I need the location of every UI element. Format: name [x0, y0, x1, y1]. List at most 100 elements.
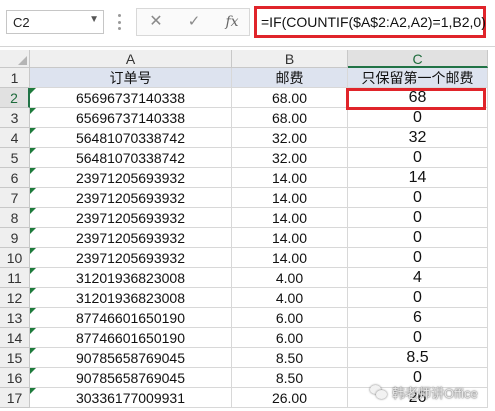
cell-b[interactable]: 14.00 — [232, 208, 348, 228]
cell-c[interactable]: 0 — [348, 228, 488, 248]
cell-c[interactable]: 0 — [348, 328, 488, 348]
name-box[interactable]: C2 ▼ — [6, 10, 104, 34]
row-header[interactable]: 9 — [0, 228, 30, 248]
header-cell-a[interactable]: 订单号 — [30, 68, 232, 88]
row-header[interactable]: 6 — [0, 168, 30, 188]
cell-value: 4.00 — [275, 290, 304, 306]
cell-b[interactable]: 14.00 — [232, 188, 348, 208]
cell-value: 87746601650190 — [75, 310, 185, 326]
cell-a[interactable]: 31201936823008 — [30, 288, 232, 308]
column-header-c[interactable]: C — [348, 50, 488, 68]
row-header[interactable]: 17 — [0, 388, 30, 408]
cell-c[interactable]: 14 — [348, 168, 488, 188]
wechat-icon — [370, 384, 388, 400]
cell-c[interactable]: 8.5 — [348, 348, 488, 368]
cell-value: 14.00 — [271, 190, 308, 206]
cell-a[interactable]: 23971205693932 — [30, 228, 232, 248]
row-header[interactable]: 15 — [0, 348, 30, 368]
cell-b[interactable]: 26.00 — [232, 388, 348, 408]
cell-b[interactable]: 14.00 — [232, 168, 348, 188]
cell-b[interactable]: 4.00 — [232, 288, 348, 308]
insert-function-icon[interactable]: fx — [219, 12, 245, 32]
cell-value: 30336177009931 — [75, 390, 185, 406]
number-as-text-indicator-icon — [30, 328, 36, 334]
cell-c[interactable]: 0 — [348, 288, 488, 308]
cell-a[interactable]: 23971205693932 — [30, 168, 232, 188]
cell-value: 14.00 — [271, 170, 308, 186]
row-header[interactable]: 7 — [0, 188, 30, 208]
cell-a[interactable]: 31201936823008 — [30, 268, 232, 288]
cell-a[interactable]: 65696737140338 — [30, 108, 232, 128]
cell-a[interactable]: 90785658769045 — [30, 368, 232, 388]
row-header[interactable]: 10 — [0, 248, 30, 268]
cell-c[interactable]: 4 — [348, 268, 488, 288]
row-header[interactable]: 13 — [0, 308, 30, 328]
column-header-a[interactable]: A — [30, 50, 232, 68]
cell-c[interactable]: 6 — [348, 308, 488, 328]
cell-a[interactable]: 23971205693932 — [30, 208, 232, 228]
cell-value: 14.00 — [271, 210, 308, 226]
cell-a[interactable]: 30336177009931 — [30, 388, 232, 408]
cancel-icon[interactable]: ✕ — [143, 12, 169, 32]
cell-value: 8.5 — [406, 349, 429, 366]
cell-b[interactable]: 8.50 — [232, 368, 348, 388]
cell-b[interactable]: 4.00 — [232, 268, 348, 288]
cell-c[interactable]: 0 — [348, 148, 488, 168]
cell-b[interactable]: 68.00 — [232, 88, 348, 108]
row-header[interactable]: 4 — [0, 128, 30, 148]
cell-a[interactable]: 87746601650190 — [30, 328, 232, 348]
formula-text: =IF(COUNTIF($A$2:A2,A2)=1,B2,0) — [261, 14, 486, 30]
cell-value: 8.50 — [275, 370, 304, 386]
row-header[interactable]: 8 — [0, 208, 30, 228]
cell-c[interactable]: 0 — [348, 208, 488, 228]
cell-value: 14.00 — [271, 230, 308, 246]
cell-value: 26.00 — [271, 390, 308, 406]
cell-a[interactable]: 65696737140338 — [30, 88, 232, 108]
cell-c[interactable]: 0 — [348, 188, 488, 208]
cell-a[interactable]: 90785658769045 — [30, 348, 232, 368]
cell-b[interactable]: 32.00 — [232, 148, 348, 168]
cell-c[interactable]: 32 — [348, 128, 488, 148]
row-header[interactable]: 12 — [0, 288, 30, 308]
row-header[interactable]: 1 — [0, 68, 30, 88]
cell-a[interactable]: 23971205693932 — [30, 188, 232, 208]
cell-b[interactable]: 32.00 — [232, 128, 348, 148]
row-header[interactable]: 5 — [0, 148, 30, 168]
row-header[interactable]: 2 — [0, 88, 30, 108]
cell-value: 6 — [413, 309, 422, 326]
cell-value: 8.50 — [275, 350, 304, 366]
row-header[interactable]: 16 — [0, 368, 30, 388]
cell-value: 0 — [413, 289, 422, 306]
row-header[interactable]: 14 — [0, 328, 30, 348]
header-cell-c[interactable]: 只保留第一个邮费 — [348, 68, 488, 88]
row-header[interactable]: 11 — [0, 268, 30, 288]
cell-c[interactable]: 0 — [348, 248, 488, 268]
cell-value: 32 — [408, 129, 427, 146]
cell-b[interactable]: 8.50 — [232, 348, 348, 368]
cell-c[interactable]: 0 — [348, 108, 488, 128]
cell-b[interactable]: 6.00 — [232, 308, 348, 328]
cell-b[interactable]: 6.00 — [232, 328, 348, 348]
number-as-text-indicator-icon — [30, 128, 36, 134]
cell-a[interactable]: 23971205693932 — [30, 248, 232, 268]
header-cell-b[interactable]: 邮费 — [232, 68, 348, 88]
cell-value: 90785658769045 — [75, 370, 185, 386]
number-as-text-indicator-icon — [30, 288, 36, 294]
row-header[interactable]: 3 — [0, 108, 30, 128]
cell-a[interactable]: 87746601650190 — [30, 308, 232, 328]
cell-c[interactable]: 68 — [348, 88, 488, 108]
cell-a[interactable]: 56481070338742 — [30, 148, 232, 168]
enter-icon[interactable]: ✓ — [181, 12, 207, 32]
select-all-button[interactable] — [0, 50, 30, 68]
cell-value: 0 — [413, 189, 422, 206]
column-header-b[interactable]: B — [232, 50, 348, 68]
cell-value: 68.00 — [271, 110, 308, 126]
cell-b[interactable]: 14.00 — [232, 248, 348, 268]
cell-a[interactable]: 56481070338742 — [30, 128, 232, 148]
cell-b[interactable]: 68.00 — [232, 108, 348, 128]
cell-b[interactable]: 14.00 — [232, 228, 348, 248]
drag-handle-icon[interactable] — [118, 14, 122, 30]
chevron-down-icon[interactable]: ▼ — [89, 14, 99, 25]
cell-value: 56481070338742 — [75, 130, 185, 146]
formula-input[interactable]: =IF(COUNTIF($A$2:A2,A2)=1,B2,0) — [254, 6, 486, 38]
